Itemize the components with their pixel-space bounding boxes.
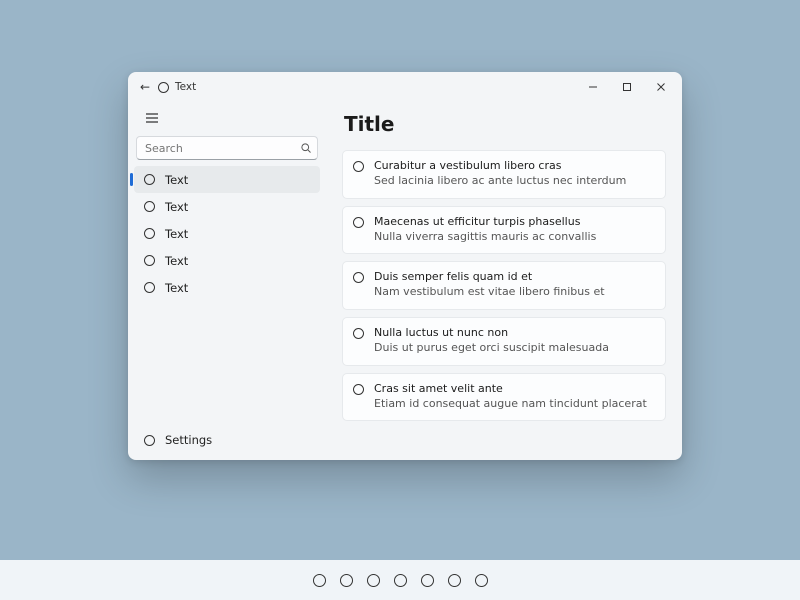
card-title: Curabitur a vestibulum libero cras: [374, 159, 655, 174]
search-input[interactable]: [136, 136, 318, 160]
search-field: [136, 136, 318, 160]
card-title: Maecenas ut efficitur turpis phasellus: [374, 215, 655, 230]
maximize-icon: [622, 82, 632, 92]
taskbar-item[interactable]: [475, 574, 488, 587]
card-subtitle: Nam vestibulum est vitae libero finibus …: [374, 285, 655, 300]
circle-icon: [144, 282, 155, 293]
nav-item-label: Text: [165, 281, 188, 295]
settings-item[interactable]: Settings: [134, 426, 320, 454]
card-title: Nulla luctus ut nunc non: [374, 326, 655, 341]
settings-label: Settings: [165, 433, 212, 447]
taskbar-item[interactable]: [367, 574, 380, 587]
nav-item[interactable]: Text: [134, 274, 320, 301]
close-icon: [656, 82, 666, 92]
nav-item[interactable]: Text: [134, 220, 320, 247]
nav-item[interactable]: Text: [134, 193, 320, 220]
circle-icon: [353, 384, 364, 395]
app-window: ← Text: [128, 72, 682, 460]
taskbar-item[interactable]: [421, 574, 434, 587]
hamburger-icon: [145, 112, 159, 124]
taskbar-item[interactable]: [394, 574, 407, 587]
window-title: Text: [175, 81, 196, 93]
circle-icon: [144, 435, 155, 446]
circle-icon: [144, 255, 155, 266]
card-subtitle: Duis ut purus eget orci suscipit malesua…: [374, 341, 655, 356]
card-subtitle: Sed lacinia libero ac ante luctus nec in…: [374, 174, 655, 189]
minimize-button[interactable]: [576, 73, 610, 101]
title-bar: ← Text: [128, 72, 682, 102]
circle-icon: [144, 174, 155, 185]
list-card[interactable]: Nulla luctus ut nunc nonDuis ut purus eg…: [342, 317, 666, 366]
circle-icon: [353, 328, 364, 339]
nav-item-label: Text: [165, 200, 188, 214]
taskbar-item[interactable]: [340, 574, 353, 587]
nav-item-label: Text: [165, 227, 188, 241]
list-card[interactable]: Curabitur a vestibulum libero crasSed la…: [342, 150, 666, 199]
card-text: Nulla luctus ut nunc nonDuis ut purus eg…: [374, 326, 655, 356]
close-button[interactable]: [644, 73, 678, 101]
circle-icon: [144, 228, 155, 239]
card-text: Duis semper felis quam id etNam vestibul…: [374, 270, 655, 300]
taskbar-item[interactable]: [313, 574, 326, 587]
app-icon: [158, 82, 169, 93]
taskbar-item[interactable]: [448, 574, 461, 587]
circle-icon: [353, 161, 364, 172]
list-card[interactable]: Maecenas ut efficitur turpis phasellusNu…: [342, 206, 666, 255]
card-text: Curabitur a vestibulum libero crasSed la…: [374, 159, 655, 189]
card-title: Duis semper felis quam id et: [374, 270, 655, 285]
taskbar: [0, 560, 800, 600]
nav-item[interactable]: Text: [134, 166, 320, 193]
back-button[interactable]: ←: [138, 80, 152, 94]
nav-list: Text Text Text Text Text: [134, 166, 320, 301]
card-text: Maecenas ut efficitur turpis phasellusNu…: [374, 215, 655, 245]
hamburger-button[interactable]: [138, 104, 166, 132]
page-title: Title: [344, 112, 666, 136]
card-list: Curabitur a vestibulum libero crasSed la…: [342, 150, 666, 421]
nav-item-label: Text: [165, 254, 188, 268]
maximize-button[interactable]: [610, 73, 644, 101]
list-card[interactable]: Cras sit amet velit anteEtiam id consequ…: [342, 373, 666, 422]
nav-item-label: Text: [165, 173, 188, 187]
circle-icon: [144, 201, 155, 212]
card-text: Cras sit amet velit anteEtiam id consequ…: [374, 382, 655, 412]
nav-item[interactable]: Text: [134, 247, 320, 274]
main-content: Title Curabitur a vestibulum libero cras…: [326, 102, 682, 460]
card-subtitle: Etiam id consequat augue nam tincidunt p…: [374, 397, 655, 412]
card-subtitle: Nulla viverra sagittis mauris ac convall…: [374, 230, 655, 245]
list-card[interactable]: Duis semper felis quam id etNam vestibul…: [342, 261, 666, 310]
circle-icon: [353, 217, 364, 228]
card-title: Cras sit amet velit ante: [374, 382, 655, 397]
minimize-icon: [588, 82, 598, 92]
circle-icon: [353, 272, 364, 283]
sidebar: Text Text Text Text Text Settings: [128, 102, 326, 460]
window-body: Text Text Text Text Text Settings Title Cura…: [128, 102, 682, 460]
